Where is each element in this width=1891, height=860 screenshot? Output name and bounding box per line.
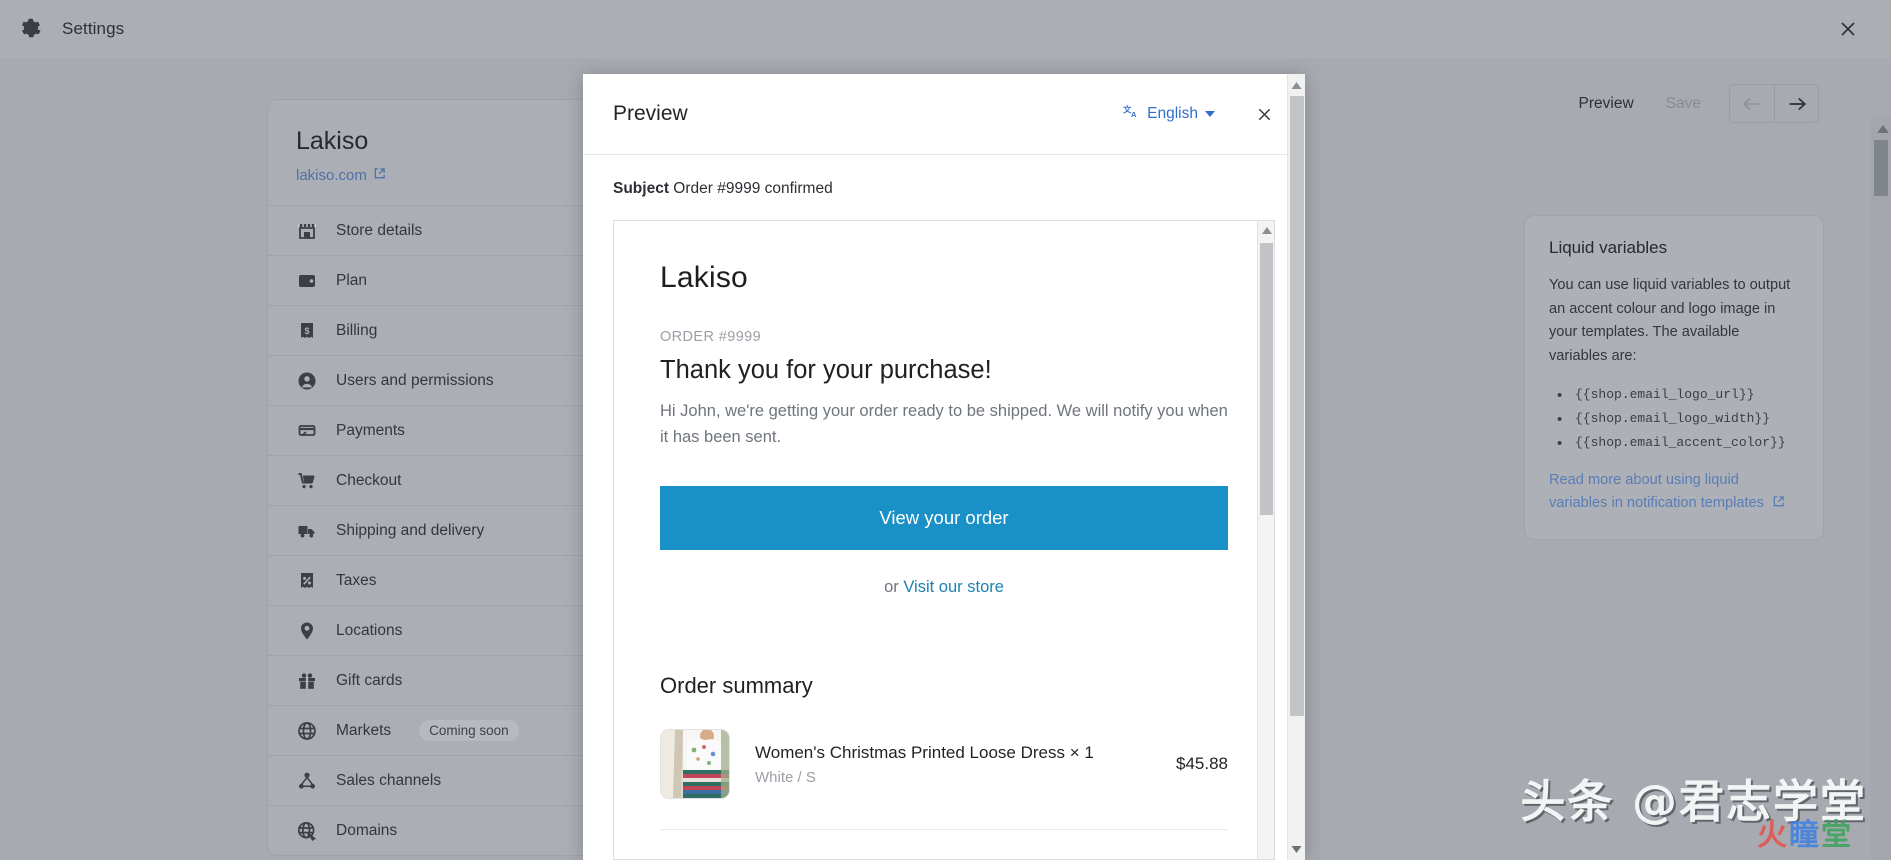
modal-body: Subject Order #9999 confirmed Lakiso ORD…	[583, 155, 1305, 860]
scrollbar-thumb[interactable]	[1874, 140, 1888, 196]
liquid-variable-list: {{shop.email_logo_url}}{{shop.email_logo…	[1555, 383, 1799, 456]
scrollbar-thumb[interactable]	[1260, 243, 1273, 515]
line-item-name: Women's Christmas Printed Loose Dress × …	[755, 742, 1094, 762]
watermark-logo-char: 火	[1757, 818, 1789, 853]
wallet-icon	[296, 270, 318, 292]
gift-icon	[296, 670, 318, 692]
language-selector[interactable]: 文 A English	[1123, 103, 1215, 125]
status-badge: Coming soon	[419, 720, 519, 741]
app-body: Lakiso lakiso.com Store details Plan $ Bill…	[0, 58, 1891, 860]
svg-text:$: $	[304, 326, 309, 336]
sidebar-item-label: Plan	[336, 271, 368, 289]
order-line-item: Women's Christmas Printed Loose Dress × …	[660, 729, 1228, 800]
credit-card-icon	[296, 420, 318, 442]
visit-our-store-link[interactable]: Visit our store	[903, 578, 1004, 596]
visit-store-line: or Visit our store	[660, 578, 1228, 597]
email-preview-scrollbar[interactable]	[1257, 221, 1274, 859]
email-intro-text: Hi John, we're getting your order ready …	[660, 402, 1228, 446]
sidebar-item-label: Store details	[336, 221, 423, 239]
scrollbar-thumb[interactable]	[1290, 96, 1304, 716]
view-your-order-button[interactable]: View your order	[660, 486, 1228, 551]
truck-icon	[296, 520, 318, 542]
subject-line: Subject Order #9999 confirmed	[613, 180, 1275, 198]
sidebar-item-label: Gift cards	[336, 671, 403, 689]
line-item-info: Women's Christmas Printed Loose Dress × …	[755, 743, 1176, 786]
svg-text:A: A	[1131, 110, 1137, 119]
scroll-down-arrow-icon[interactable]	[1288, 840, 1305, 858]
external-link-icon	[1772, 495, 1785, 513]
arrow-right-icon[interactable]	[1774, 85, 1818, 122]
globe-icon	[296, 720, 318, 742]
line-item-price: $45.88	[1176, 754, 1228, 774]
window-titlebar: Settings	[0, 0, 1891, 58]
globe-pointer-icon	[296, 820, 318, 842]
modal-close-icon[interactable]	[1249, 99, 1279, 129]
scroll-up-arrow-icon[interactable]	[1874, 120, 1891, 138]
line-item-divider	[660, 829, 1228, 831]
or-text: or	[884, 578, 904, 597]
order-summary-title: Order summary	[660, 673, 813, 699]
modal-title: Preview	[613, 102, 688, 125]
user-circle-icon	[296, 370, 318, 392]
channels-icon	[296, 770, 318, 792]
preview-modal: Preview 文 A English Subject Order #9999 …	[583, 74, 1305, 860]
receipt-dollar-icon: $	[296, 320, 318, 342]
external-link-icon	[373, 167, 386, 184]
liquid-variable: {{shop.email_logo_width}}	[1555, 407, 1799, 431]
page-scrollbar[interactable]	[1871, 116, 1891, 860]
translate-icon: 文 A	[1123, 103, 1140, 125]
sidebar-item-label: Domains	[336, 821, 398, 839]
nav-arrow-group	[1729, 84, 1819, 123]
liquid-docs-link[interactable]: Read more about using liquid variables i…	[1549, 472, 1764, 511]
arrow-left-icon[interactable]	[1730, 85, 1774, 122]
sidebar-item-label: Checkout	[336, 471, 402, 489]
storefront-icon	[296, 220, 318, 242]
watermark-logo-char: 瞳	[1789, 818, 1821, 853]
store-url-link[interactable]: lakiso.com	[296, 167, 386, 184]
preview-button[interactable]: Preview	[1563, 86, 1650, 122]
sidebar-item-label: Billing	[336, 321, 378, 339]
liquid-panel-title: Liquid variables	[1549, 238, 1668, 257]
email-content: Lakiso ORDER #9999 Thank you for your pu…	[614, 221, 1274, 831]
scroll-up-arrow-icon[interactable]	[1258, 221, 1274, 239]
liquid-variable: {{shop.email_logo_url}}	[1555, 383, 1799, 407]
email-heading: Thank you for your purchase!	[660, 356, 992, 384]
liquid-panel-description: You can use liquid variables to output a…	[1549, 277, 1791, 364]
email-order-number: ORDER #9999	[660, 329, 762, 345]
sidebar-item-label: Locations	[336, 621, 403, 639]
store-url-label: lakiso.com	[296, 167, 367, 184]
window-close-icon[interactable]	[1831, 12, 1865, 46]
modal-scrollbar[interactable]	[1287, 74, 1305, 860]
scroll-up-arrow-icon[interactable]	[1288, 76, 1305, 94]
gear-icon	[18, 16, 44, 42]
sidebar-item-label: Markets	[336, 721, 392, 739]
sidebar-item-label: Payments	[336, 421, 405, 439]
product-thumbnail	[660, 729, 730, 800]
sidebar-item-label: Shipping and delivery	[336, 521, 485, 539]
sidebar-item-label: Sales channels	[336, 771, 442, 789]
receipt-percent-icon	[296, 570, 318, 592]
email-preview-frame: Lakiso ORDER #9999 Thank you for your pu…	[613, 220, 1275, 860]
line-item-variant: White / S	[755, 768, 816, 786]
watermark-logo-char: 堂	[1821, 818, 1853, 853]
shopping-cart-icon	[296, 470, 318, 492]
subject-label: Subject	[613, 180, 669, 197]
language-label: English	[1147, 105, 1198, 122]
editor-toolbar: Preview Save	[1563, 84, 1819, 123]
watermark-logo: 火瞳堂	[1757, 810, 1853, 854]
save-button[interactable]: Save	[1650, 86, 1717, 122]
email-logo: Lakiso	[660, 261, 748, 294]
liquid-variable: {{shop.email_accent_color}}	[1555, 431, 1799, 455]
store-name: Lakiso	[296, 127, 369, 155]
location-pin-icon	[296, 620, 318, 642]
sidebar-item-label: Users and permissions	[336, 371, 494, 389]
sidebar-item-label: Taxes	[336, 571, 377, 589]
window-title: Settings	[62, 19, 125, 38]
subject-value: Order #9999 confirmed	[673, 180, 833, 197]
modal-header: Preview 文 A English	[583, 74, 1305, 155]
chevron-down-icon	[1205, 111, 1215, 117]
liquid-variables-card: Liquid variables You can use liquid vari…	[1525, 216, 1823, 540]
